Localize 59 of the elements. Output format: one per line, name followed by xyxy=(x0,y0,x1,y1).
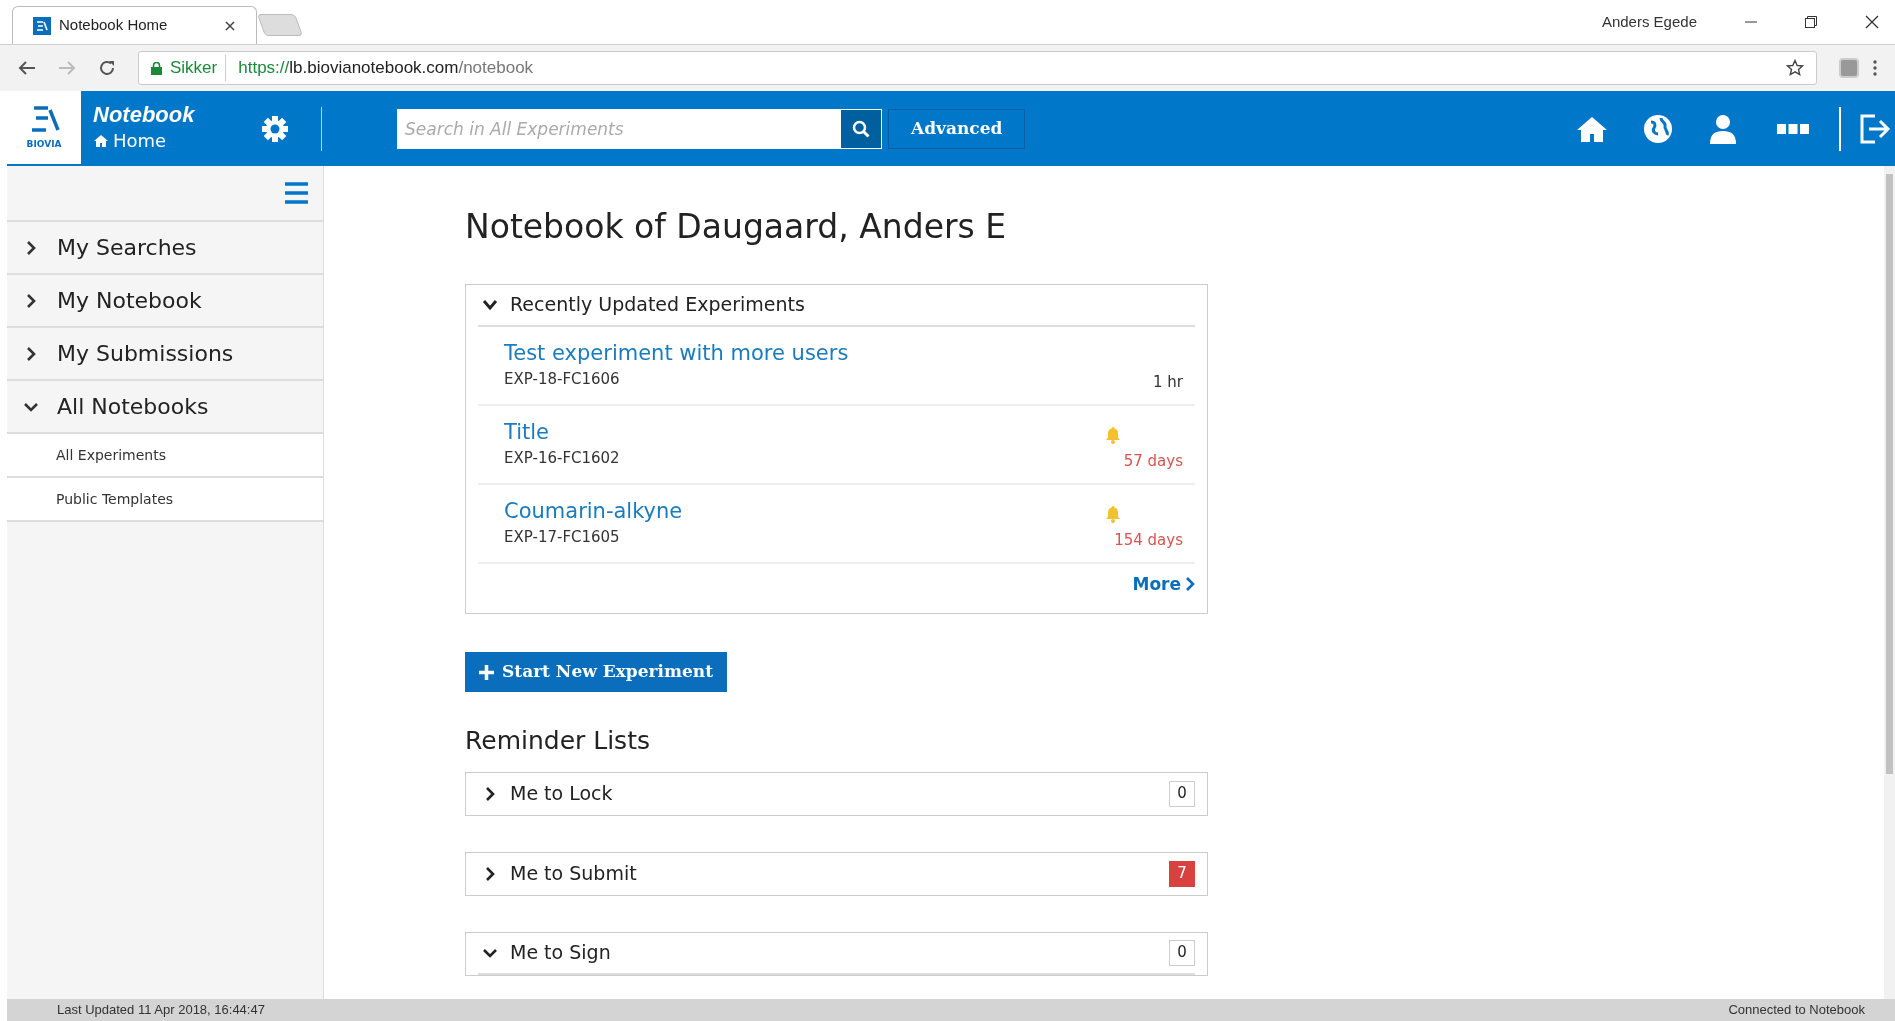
restore-icon[interactable] xyxy=(1805,16,1817,28)
count-badge: 0 xyxy=(1169,780,1195,807)
star-icon[interactable] xyxy=(1786,59,1804,77)
app-name: Notebook xyxy=(93,103,196,127)
scrollbar-thumb[interactable] xyxy=(1886,174,1893,774)
lock-icon xyxy=(151,61,162,75)
caret-icon[interactable] xyxy=(482,298,498,311)
close-icon[interactable] xyxy=(224,19,236,32)
reminder-title[interactable]: Me to Lock xyxy=(510,779,1157,808)
profile-name[interactable]: Anders Egede xyxy=(1601,10,1697,34)
experiment-id: EXP-18-FC1606 xyxy=(504,368,620,390)
age-text: 154 days xyxy=(1114,530,1183,551)
close-icon[interactable] xyxy=(1865,15,1879,29)
menu-icon[interactable] xyxy=(285,182,308,204)
reload-icon[interactable] xyxy=(98,59,116,77)
age-text: 57 days xyxy=(1123,451,1183,472)
experiment-id: EXP-16-FC1602 xyxy=(504,447,620,469)
sidebar-subitem[interactable]: All Experiments xyxy=(7,434,323,478)
chevron-right-icon xyxy=(1185,577,1195,592)
experiment-id: EXP-17-FC1605 xyxy=(504,526,620,548)
more-icon[interactable] xyxy=(1777,123,1809,134)
app-logo-icon xyxy=(33,16,51,35)
page-title: Notebook of Daugaard, Anders E xyxy=(465,206,1008,248)
globe-icon[interactable] xyxy=(1643,113,1673,144)
reminder-title[interactable]: Me to Submit xyxy=(510,859,1157,888)
more-link[interactable]: More xyxy=(1132,571,1195,597)
back-icon[interactable] xyxy=(18,60,36,76)
count-badge: 7 xyxy=(1169,860,1195,887)
logo-caption: BIOVIA xyxy=(26,137,62,151)
address-field[interactable]: Sikker https://lb.biovianotebook.com/notebook xyxy=(138,51,1817,85)
user-icon[interactable] xyxy=(1709,113,1737,144)
experiment-link[interactable]: Coumarin-alkyne xyxy=(504,497,683,524)
tab-title: Notebook Home xyxy=(59,15,169,36)
experiment-link[interactable]: Title xyxy=(504,418,549,445)
experiment-link[interactable]: Test experiment with more users xyxy=(504,339,849,366)
count-badge: 0 xyxy=(1169,939,1195,966)
biovia-logo[interactable]: BIOVIA xyxy=(7,91,81,166)
settings-icon[interactable] xyxy=(261,114,289,143)
logout-icon[interactable] xyxy=(1859,112,1891,145)
security-label: Sikker xyxy=(170,55,227,81)
page-name: Home xyxy=(113,129,167,153)
home-icon xyxy=(93,133,109,148)
panel-heading: Recently Updated Experiments xyxy=(510,292,805,318)
sidebar-subitem[interactable]: Public Templates xyxy=(7,478,323,522)
search-field[interactable]: Search in All Experiments xyxy=(397,108,840,149)
connection-status: Connected to Notebook xyxy=(1728,1001,1865,1020)
search-icon xyxy=(852,119,870,138)
menu-icon[interactable] xyxy=(1873,60,1877,76)
age-text: 1 hr xyxy=(1153,372,1183,393)
advanced-button[interactable]: Advanced xyxy=(888,108,1026,149)
plus-icon xyxy=(479,664,494,680)
last-updated-text: Last Updated 11 Apr 2018, 16:44:47 xyxy=(57,1001,265,1020)
search-button[interactable] xyxy=(840,108,882,149)
start-new-experiment-button[interactable]: Start New Experiment xyxy=(465,652,727,692)
home-icon[interactable] xyxy=(1575,114,1609,143)
url-text: https://lb.biovianotebook.com/notebook xyxy=(237,57,534,80)
reminder-title[interactable]: Me to Sign xyxy=(510,938,1157,967)
browser-tab[interactable]: Notebook Home xyxy=(12,6,257,44)
section-heading: Reminder Lists xyxy=(465,725,651,757)
